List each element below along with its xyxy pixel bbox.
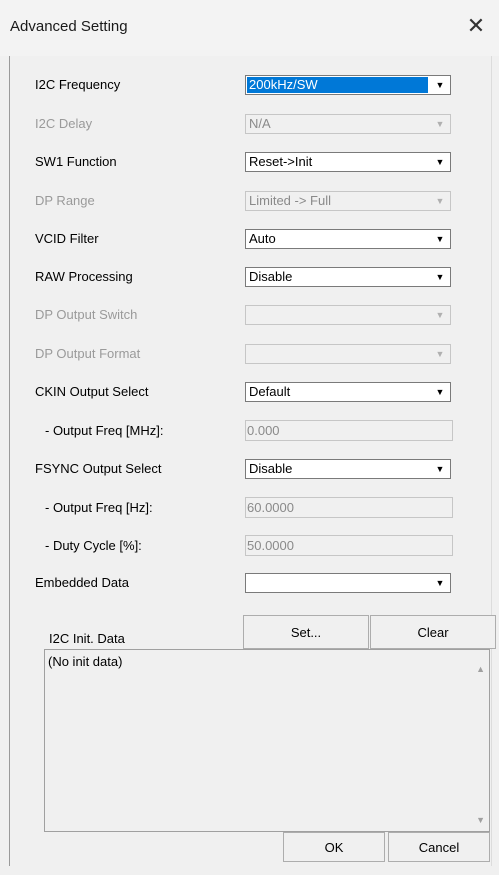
sw1-function-value: Reset->Init — [249, 154, 313, 169]
i2c-init-data-label: I2C Init. Data — [49, 631, 125, 646]
raw-processing-label: RAW Processing — [35, 269, 133, 284]
vcid-filter-value: Auto — [249, 231, 276, 246]
raw-processing-select[interactable]: Disable ▼ — [245, 267, 451, 287]
dp-output-format-label: DP Output Format — [35, 346, 141, 361]
scroll-up-icon[interactable]: ▲ — [476, 664, 485, 674]
duty-cycle-field: 50.0000 — [245, 535, 453, 556]
chevron-down-icon[interactable]: ▼ — [431, 77, 449, 93]
dp-range-value: Limited -> Full — [249, 193, 331, 208]
i2c-delay-label: I2C Delay — [35, 116, 93, 131]
chevron-down-icon[interactable]: ▼ — [431, 575, 449, 591]
dp-output-format-select: ▼ — [245, 344, 451, 364]
chevron-down-icon: ▼ — [435, 196, 445, 206]
vcid-filter-select[interactable]: Auto ▼ — [245, 229, 451, 249]
duty-cycle-label: - Duty Cycle [%]: — [45, 538, 142, 553]
ok-button[interactable]: OK — [283, 832, 385, 862]
i2c-init-data-content: (No init data) — [48, 654, 123, 669]
chevron-down-icon: ▼ — [435, 310, 445, 320]
fsync-output-select-value: Disable — [249, 461, 293, 476]
window-title: Advanced Setting — [10, 18, 128, 35]
ckin-output-select-value: Default — [249, 384, 291, 399]
ckin-output-select-label: CKIN Output Select — [35, 384, 149, 399]
embedded-data-select[interactable]: ▼ — [245, 573, 451, 593]
dp-output-format-value — [247, 346, 428, 362]
vcid-filter-label: VCID Filter — [35, 231, 99, 246]
i2c-frequency-select[interactable]: 200kHz/SW ▼ — [245, 75, 451, 95]
fsync-output-freq-field: 60.0000 — [245, 497, 453, 518]
raw-processing-value: Disable — [249, 269, 293, 284]
dp-output-switch-select: ▼ — [245, 305, 451, 325]
embedded-data-value — [247, 575, 428, 591]
fsync-output-select-label: FSYNC Output Select — [35, 461, 162, 476]
i2c-init-data-list[interactable]: (No init data) ▲ ▼ — [44, 649, 490, 832]
close-icon: ✕ — [466, 13, 486, 38]
chevron-down-icon: ▼ — [435, 349, 445, 359]
dp-range-select: Limited -> Full ▼ — [245, 191, 451, 211]
embedded-data-label: Embedded Data — [35, 575, 129, 590]
i2c-frequency-label: I2C Frequency — [35, 77, 121, 92]
sw1-function-select[interactable]: Reset->Init ▼ — [245, 152, 451, 172]
close-button[interactable]: ✕ — [453, 6, 499, 46]
chevron-down-icon[interactable]: ▼ — [431, 231, 449, 247]
ckin-output-freq-label: - Output Freq [MHz]: — [45, 423, 164, 438]
dp-output-switch-label: DP Output Switch — [35, 307, 138, 322]
chevron-down-icon[interactable]: ▼ — [431, 269, 449, 285]
scroll-down-icon[interactable]: ▼ — [476, 815, 485, 825]
sw1-function-label: SW1 Function — [35, 154, 117, 169]
fsync-output-freq-label: - Output Freq [Hz]: — [45, 500, 153, 515]
cancel-button[interactable]: Cancel — [388, 832, 490, 862]
ckin-output-select[interactable]: Default ▼ — [245, 382, 451, 402]
ckin-output-freq-field: 0.000 — [245, 420, 453, 441]
title-bar: Advanced Setting ✕ — [0, 0, 499, 56]
chevron-down-icon[interactable]: ▼ — [431, 384, 449, 400]
chevron-down-icon[interactable]: ▼ — [431, 154, 449, 170]
chevron-down-icon: ▼ — [435, 119, 445, 129]
i2c-delay-select: N/A ▼ — [245, 114, 451, 134]
i2c-delay-value: N/A — [249, 116, 271, 131]
dp-output-switch-value — [247, 307, 428, 323]
set-button[interactable]: Set... — [243, 615, 369, 649]
i2c-frequency-value: 200kHz/SW — [247, 77, 428, 93]
clear-button[interactable]: Clear — [370, 615, 496, 649]
chevron-down-icon[interactable]: ▼ — [431, 461, 449, 477]
fsync-output-select[interactable]: Disable ▼ — [245, 459, 451, 479]
dp-range-label: DP Range — [35, 193, 95, 208]
